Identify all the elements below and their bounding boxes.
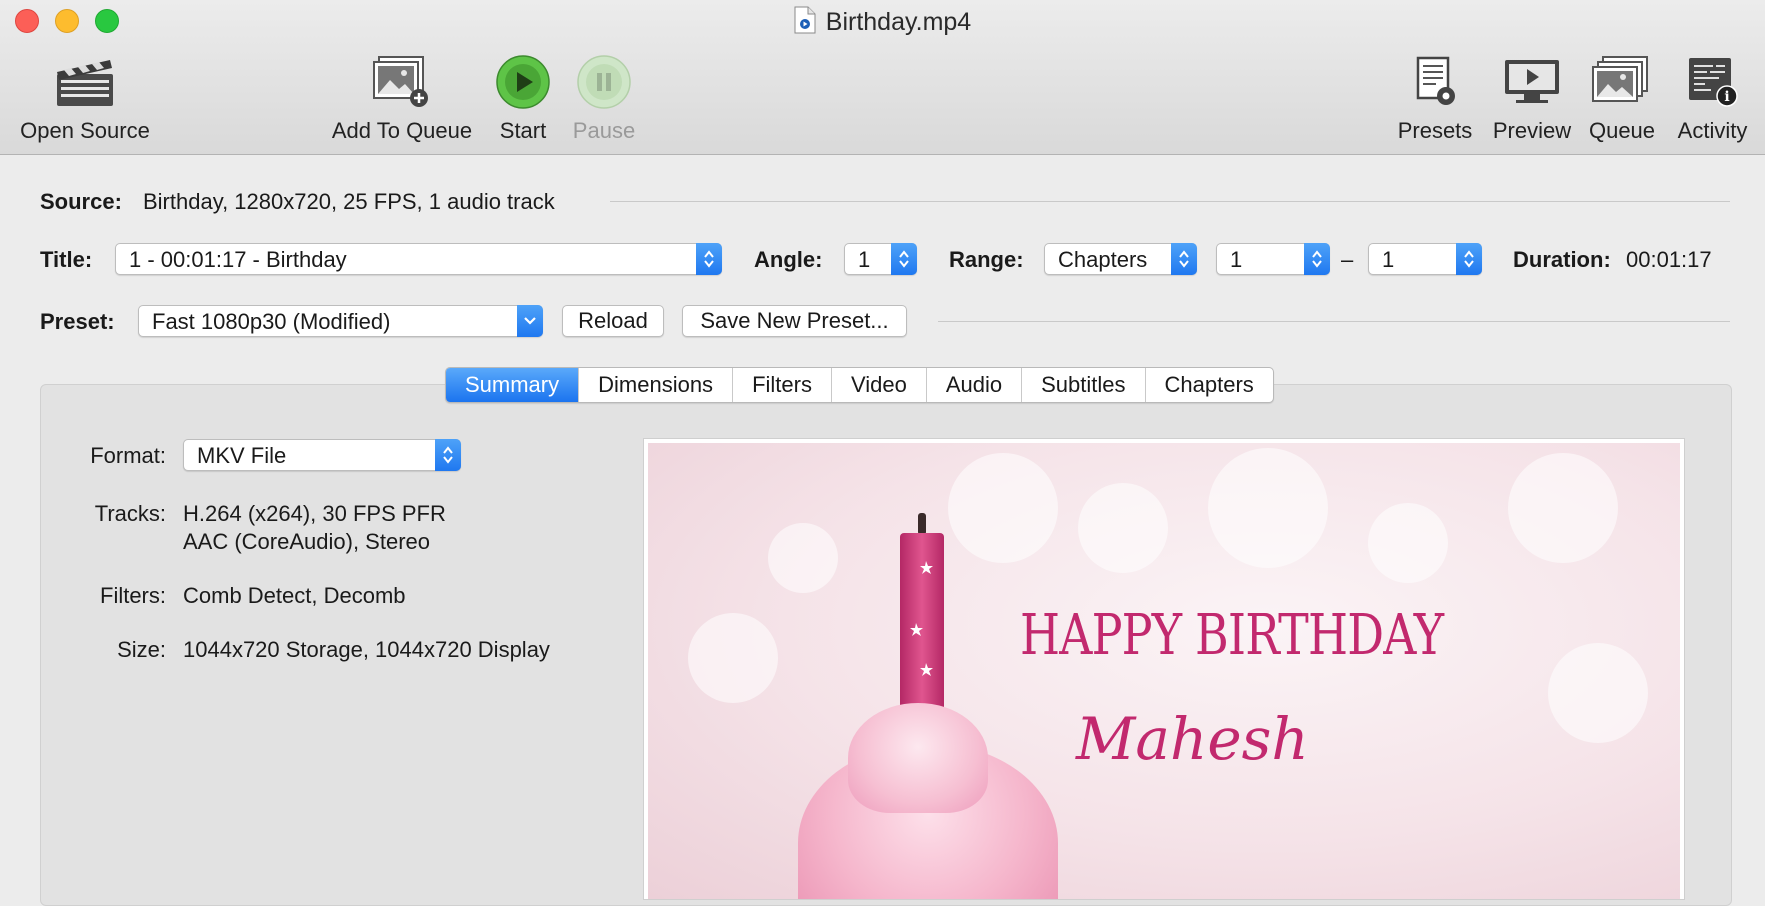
birthday-headline: HAPPY BIRTHDAY [1020, 603, 1444, 668]
presets-button[interactable]: Presets [1390, 50, 1480, 144]
open-source-label: Open Source [20, 118, 150, 143]
bokeh-light [1508, 453, 1618, 563]
bokeh-light [948, 453, 1058, 563]
window-toolbar: Birthday.mp4 Open Source Add To Queue St… [0, 0, 1765, 155]
tracks-audio: AAC (CoreAudio), Stereo [183, 529, 430, 554]
range-value: Chapters [1058, 247, 1148, 272]
source-label: Source: [40, 189, 122, 214]
format-label: Format: [90, 443, 166, 468]
source-divider [610, 201, 1730, 202]
angle-value: 1 [858, 247, 871, 272]
svg-text:i: i [1724, 89, 1729, 105]
updown-arrows-icon [696, 243, 722, 275]
preview-label: Preview [1492, 118, 1572, 143]
movie-file-icon [794, 6, 816, 41]
preset-popup[interactable]: Fast 1080p30 (Modified) [138, 305, 543, 337]
range-label: Range: [949, 247, 1024, 272]
open-source-button[interactable]: Open Source [10, 50, 160, 144]
updown-arrows-icon [1171, 243, 1197, 275]
title-label: Title: [40, 247, 93, 272]
updown-arrows-icon [435, 439, 461, 471]
tab-summary[interactable]: Summary [446, 368, 579, 402]
cupcake-frosting-top [848, 703, 988, 813]
presets-label: Presets [1397, 118, 1473, 143]
title-value: 1 - 00:01:17 - Birthday [129, 247, 347, 272]
range-end-value: 1 [1382, 247, 1395, 272]
range-dash: – [1341, 247, 1354, 272]
tab-filters[interactable]: Filters [732, 368, 831, 402]
angle-label: Angle: [754, 247, 823, 272]
range-start-value: 1 [1230, 247, 1243, 272]
tab-chapters[interactable]: Chapters [1144, 368, 1273, 402]
reload-button[interactable]: Reload [562, 305, 664, 337]
window-title: Birthday.mp4 [0, 6, 1765, 41]
range-start-popup[interactable]: 1 [1216, 243, 1330, 275]
bokeh-light [1078, 483, 1168, 573]
source-value: Birthday, 1280x720, 25 FPS, 1 audio trac… [143, 189, 555, 214]
preset-value: Fast 1080p30 (Modified) [152, 309, 391, 334]
clapperboard-icon [10, 50, 160, 114]
window-title-text: Birthday.mp4 [825, 8, 972, 36]
chevron-down-icon [517, 305, 543, 337]
range-end-popup[interactable]: 1 [1368, 243, 1482, 275]
duration-value: 00:01:17 [1626, 247, 1712, 272]
bokeh-light [688, 613, 778, 703]
preview-frame[interactable]: HAPPY BIRTHDAY Mahesh [643, 438, 1685, 900]
format-popup[interactable]: MKV File [183, 439, 461, 471]
pause-label: Pause [572, 118, 636, 143]
preset-label: Preset: [40, 309, 115, 334]
title-popup[interactable]: 1 - 00:01:17 - Birthday [115, 243, 722, 275]
add-to-queue-button[interactable]: Add To Queue [322, 50, 482, 144]
presets-icon [1390, 50, 1480, 114]
save-new-preset-button[interactable]: Save New Preset... [682, 305, 907, 337]
duration-label: Duration: [1513, 247, 1611, 272]
range-popup[interactable]: Chapters [1044, 243, 1197, 275]
tracks-label: Tracks: [94, 501, 166, 526]
preview-button[interactable]: Preview [1487, 50, 1577, 144]
activity-button[interactable]: i Activity [1670, 50, 1755, 144]
angle-popup[interactable]: 1 [844, 243, 917, 275]
updown-arrows-icon [1456, 243, 1482, 275]
bokeh-light [1208, 448, 1328, 568]
activity-log-icon: i [1670, 50, 1755, 114]
tab-audio[interactable]: Audio [925, 368, 1021, 402]
tab-subtitles[interactable]: Subtitles [1021, 368, 1144, 402]
bokeh-light [1548, 643, 1648, 743]
filters-value: Comb Detect, Decomb [183, 583, 406, 608]
filters-label: Filters: [100, 583, 166, 608]
queue-icon [1582, 50, 1662, 114]
start-button[interactable]: Start [483, 50, 563, 144]
tab-video[interactable]: Video [830, 368, 926, 402]
play-icon [483, 50, 563, 114]
birthday-name: Mahesh [1076, 705, 1309, 773]
monitor-icon [1487, 50, 1577, 114]
pause-icon [564, 50, 644, 114]
tracks-video: H.264 (x264), 30 FPS PFR [183, 501, 446, 526]
size-label: Size: [117, 637, 166, 662]
bokeh-light [768, 523, 838, 593]
bokeh-light [1368, 503, 1448, 583]
add-to-queue-label: Add To Queue [331, 118, 473, 143]
queue-label: Queue [1588, 118, 1656, 143]
start-label: Start [499, 118, 547, 143]
updown-arrows-icon [1304, 243, 1330, 275]
updown-arrows-icon [891, 243, 917, 275]
preview-image: HAPPY BIRTHDAY Mahesh [648, 443, 1680, 899]
format-value: MKV File [197, 443, 287, 468]
add-to-queue-icon [322, 50, 482, 114]
size-value: 1044x720 Storage, 1044x720 Display [183, 637, 550, 662]
pause-button[interactable]: Pause [564, 50, 644, 144]
tab-bar: Summary Dimensions Filters Video Audio S… [445, 367, 1274, 403]
preset-divider [938, 321, 1730, 322]
queue-button[interactable]: Queue [1582, 50, 1662, 144]
activity-label: Activity [1677, 118, 1748, 143]
candle-wick [918, 513, 926, 535]
tab-dimensions[interactable]: Dimensions [578, 368, 732, 402]
